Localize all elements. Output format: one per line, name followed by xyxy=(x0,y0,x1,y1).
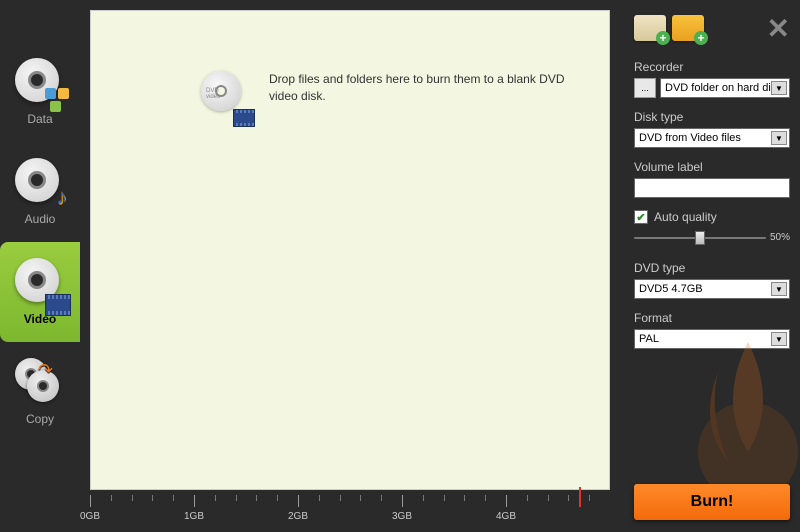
dvd-type-value: DVD5 4.7GB xyxy=(639,283,703,295)
sidebar-item-label: Copy xyxy=(26,412,54,426)
volume-label-input[interactable] xyxy=(634,178,790,198)
recorder-value: DVD folder on hard disk xyxy=(665,82,782,94)
format-label: Format xyxy=(634,311,790,325)
chevron-down-icon: ▼ xyxy=(771,131,787,145)
copy-icon: ↷ xyxy=(15,358,65,408)
ruler-tick-label: 1GB xyxy=(184,511,204,522)
data-icon xyxy=(15,58,65,108)
settings-panel: + + ✕ Recorder ... DVD folder on hard di… xyxy=(628,0,800,532)
dvd-video-icon: DVDvideo xyxy=(201,71,251,121)
sidebar-item-video[interactable]: Video xyxy=(0,242,80,342)
ruler-tick-label: 4GB xyxy=(496,511,516,522)
disk-type-value: DVD from Video files xyxy=(639,132,741,144)
quality-slider[interactable] xyxy=(634,237,766,239)
add-file-button[interactable]: + xyxy=(634,15,666,41)
sidebar-item-data[interactable]: Data xyxy=(0,42,80,142)
volume-label: Volume label xyxy=(634,160,790,174)
sidebar-item-audio[interactable]: ♪ Audio xyxy=(0,142,80,242)
audio-icon: ♪ xyxy=(15,158,65,208)
sidebar-item-copy[interactable]: ↷ Copy xyxy=(0,342,80,442)
ruler-tick-label: 0GB xyxy=(80,511,100,522)
disk-type-label: Disk type xyxy=(634,110,790,124)
dvd-type-label: DVD type xyxy=(634,261,790,275)
drop-hint: Drop files and folders here to burn them… xyxy=(269,71,579,121)
auto-quality-label: Auto quality xyxy=(654,210,717,224)
auto-quality-checkbox[interactable]: ✔ xyxy=(634,210,648,224)
burn-button[interactable]: Burn! xyxy=(634,484,790,520)
recorder-label: Recorder xyxy=(634,60,790,74)
chevron-down-icon: ▼ xyxy=(771,332,787,346)
disk-type-select[interactable]: DVD from Video files ▼ xyxy=(634,128,790,148)
format-value: PAL xyxy=(639,333,659,345)
recorder-browse-button[interactable]: ... xyxy=(634,78,656,98)
close-icon[interactable]: ✕ xyxy=(767,12,790,45)
add-folder-button[interactable]: + xyxy=(672,15,704,41)
ruler-tick-label: 3GB xyxy=(392,511,412,522)
sidebar: Data ♪ Audio Video ↷ Copy xyxy=(0,0,80,532)
disk-limit-marker xyxy=(579,487,581,507)
sidebar-item-label: Audio xyxy=(25,212,56,226)
sidebar-item-label: Data xyxy=(27,112,52,126)
quality-percent: 50% xyxy=(770,232,790,243)
size-ruler: 0GB1GB2GB3GB4GB xyxy=(90,495,610,530)
recorder-select[interactable]: DVD folder on hard disk ▼ xyxy=(660,78,790,98)
video-icon xyxy=(15,258,65,308)
format-select[interactable]: PAL ▼ xyxy=(634,329,790,349)
chevron-down-icon: ▼ xyxy=(771,282,787,296)
chevron-down-icon: ▼ xyxy=(771,81,787,95)
drop-zone[interactable]: DVDvideo Drop files and folders here to … xyxy=(90,10,610,490)
dvd-type-select[interactable]: DVD5 4.7GB ▼ xyxy=(634,279,790,299)
ruler-tick-label: 2GB xyxy=(288,511,308,522)
